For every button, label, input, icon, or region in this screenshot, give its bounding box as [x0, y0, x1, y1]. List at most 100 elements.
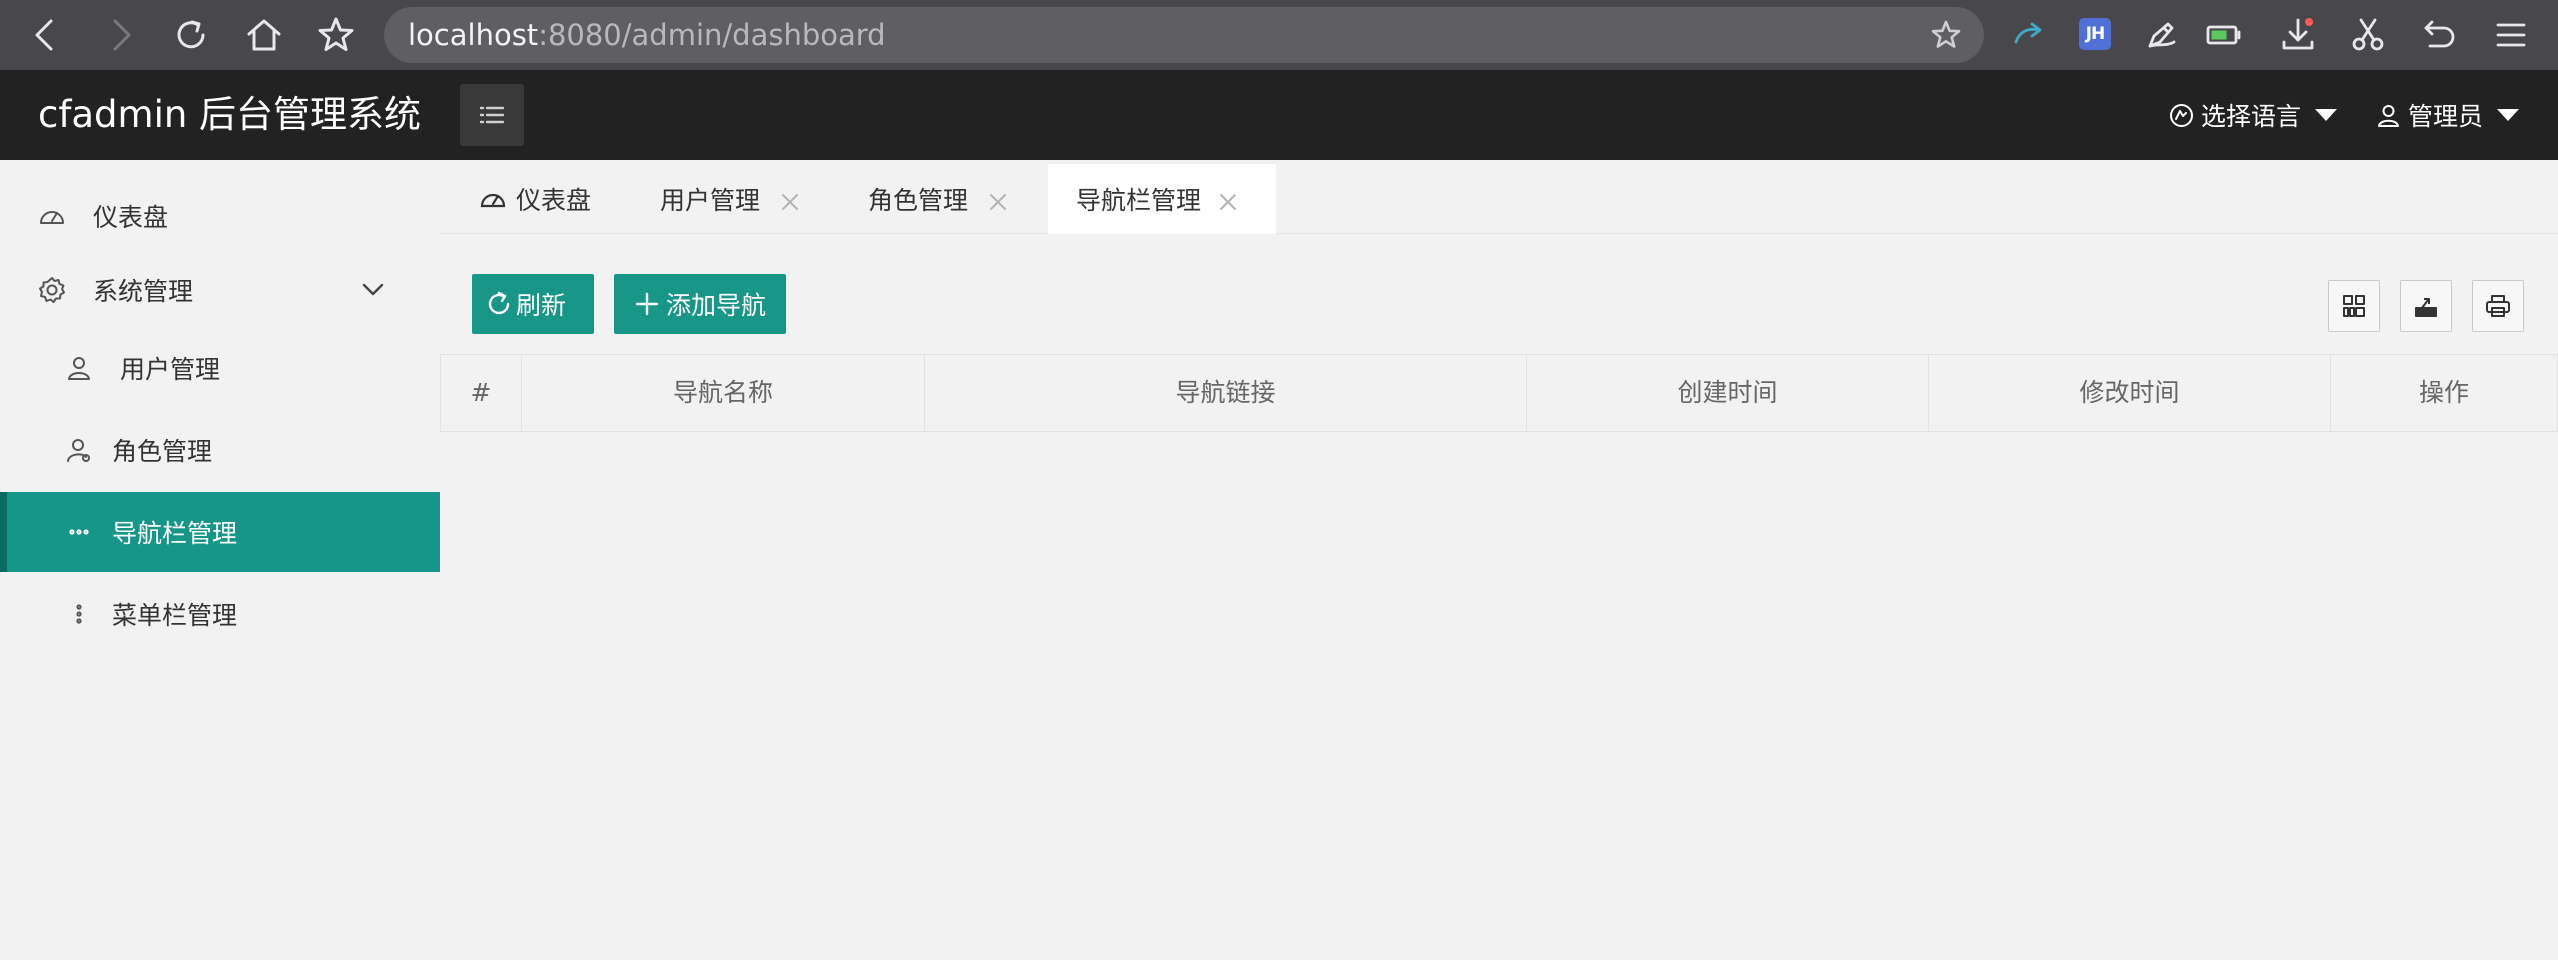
add-nav-label: 添加导航 [666, 291, 767, 320]
user-label: 管理员 [2408, 102, 2484, 131]
user-menu[interactable]: 管理员 [2375, 70, 2520, 160]
downloads-button[interactable] [2277, 14, 2319, 56]
share-arrow-icon [2014, 22, 2042, 44]
plus-icon [635, 292, 659, 316]
refresh-icon [488, 291, 510, 315]
url-text: localhost:8080/admin/dashboard [408, 7, 886, 63]
refresh-button[interactable]: 刷新 [472, 274, 594, 334]
download-icon [2282, 18, 2314, 50]
language-select[interactable]: 选择语言 [2168, 70, 2338, 160]
tab-navbar[interactable]: 导航栏管理 [1048, 164, 1276, 234]
reload-icon [177, 20, 205, 49]
sidebar-item-roles[interactable]: 角色管理 [0, 410, 440, 490]
refresh-label: 刷新 [516, 291, 567, 320]
star-icon [1931, 20, 1961, 48]
print-icon [2486, 295, 2510, 317]
sidebar-toggle-button[interactable] [460, 84, 524, 146]
chevron-left-icon [35, 19, 53, 51]
battery-button[interactable] [2203, 14, 2245, 56]
user-icon [62, 351, 96, 385]
dashboard-icon [35, 199, 69, 233]
column-header-actions[interactable]: 操作 [2331, 355, 2558, 431]
language-label: 选择语言 [2201, 102, 2302, 131]
column-header-nav-name[interactable]: 导航名称 [522, 355, 925, 431]
reload-button[interactable] [166, 10, 216, 60]
battery-icon [2206, 25, 2241, 45]
close-icon [1220, 194, 1236, 210]
tab-label: 仪表盘 [516, 186, 592, 215]
column-header-created-time[interactable]: 创建时间 [1527, 355, 1929, 431]
pen-icon [2148, 22, 2176, 48]
undo-icon [2424, 20, 2455, 48]
tab-roles[interactable]: 角色管理 [868, 164, 1006, 234]
export-icon [2415, 298, 2437, 317]
sidebar-item-label: 角色管理 [112, 437, 213, 466]
tab-dashboard[interactable]: 仪表盘 [478, 164, 591, 234]
close-icon [782, 194, 798, 210]
extension-jh-label: JH [2085, 24, 2106, 44]
role-icon [62, 433, 96, 467]
sidebar-item-dashboard[interactable]: 仪表盘 [0, 176, 440, 256]
more-vertical-icon [62, 597, 96, 631]
sidebar-item-users[interactable]: 用户管理 [0, 328, 440, 408]
sidebar-item-label: 系统管理 [93, 277, 194, 306]
home-button[interactable] [239, 10, 289, 60]
tab-label: 角色管理 [868, 186, 969, 215]
address-bar[interactable]: localhost:8080/admin/dashboard [384, 7, 1984, 63]
column-header-index[interactable]: # [440, 355, 522, 431]
home-icon [247, 19, 281, 51]
user-icon [2378, 104, 2399, 127]
tab-label: 用户管理 [660, 186, 761, 215]
bookmarks-button[interactable] [311, 10, 361, 60]
sidebar-item-navbar[interactable]: 导航栏管理 [0, 492, 440, 572]
tab-bar: 仪表盘 用户管理 角色管理 导航栏管理 [440, 160, 2558, 234]
url-path: :8080/admin/dashboard [538, 18, 886, 52]
star-icon [318, 17, 354, 51]
bookmark-page-button[interactable] [1930, 19, 1962, 51]
sidebar-item-label: 仪表盘 [93, 203, 169, 232]
scissors-icon [2352, 18, 2384, 51]
export-button[interactable] [2400, 280, 2452, 332]
tab-close-button[interactable] [988, 189, 1008, 210]
language-icon [2170, 103, 2193, 127]
main-content: 刷新 添加导航 # 导航名称 导航链接 创建时间 修改时间 操作 [440, 252, 2558, 960]
add-nav-button[interactable]: 添加导航 [614, 274, 786, 334]
tab-close-button[interactable] [1218, 189, 1238, 210]
print-button[interactable] [2472, 280, 2524, 332]
columns-icon [2343, 295, 2365, 317]
caret-down-icon [2315, 109, 2338, 121]
columns-toggle-button[interactable] [2328, 280, 2380, 332]
sidebar-item-menubar[interactable]: 菜单栏管理 [0, 574, 440, 654]
hamburger-icon [2496, 23, 2526, 47]
list-icon [479, 106, 505, 124]
undo-button[interactable] [2418, 14, 2460, 56]
column-header-nav-link[interactable]: 导航链接 [925, 355, 1527, 431]
sidebar-item-system[interactable]: 系统管理 [0, 250, 440, 330]
extension-jh-button[interactable]: JH [2079, 18, 2111, 50]
extension-pen-button[interactable] [2140, 14, 2182, 56]
sidebar-item-label: 用户管理 [120, 355, 221, 384]
more-horizontal-icon [62, 515, 96, 549]
tab-close-button[interactable] [780, 189, 800, 210]
gear-icon [35, 273, 69, 307]
chevron-right-icon [113, 19, 131, 51]
browser-menu-button[interactable] [2490, 14, 2532, 56]
back-button[interactable] [20, 10, 70, 60]
sidebar-item-label: 菜单栏管理 [112, 601, 238, 630]
tab-users[interactable]: 用户管理 [660, 164, 798, 234]
extension-arrow-button[interactable] [2008, 14, 2050, 56]
table-header: # 导航名称 导航链接 创建时间 修改时间 操作 [440, 354, 2558, 432]
tab-label: 导航栏管理 [1076, 186, 1202, 215]
screenshot-button[interactable] [2347, 14, 2389, 56]
close-icon [990, 194, 1006, 210]
sidebar-item-label: 导航栏管理 [112, 519, 238, 548]
url-host: localhost [408, 18, 539, 52]
chevron-down-icon [358, 274, 390, 306]
forward-button[interactable] [96, 10, 146, 60]
sidebar: 仪表盘 系统管理 用户管理 角色管理 导航栏管理 菜单栏管理 [0, 160, 440, 960]
column-header-modified-time[interactable]: 修改时间 [1929, 355, 2331, 431]
browser-toolbar: localhost:8080/admin/dashboard JH [0, 0, 2558, 70]
caret-down-icon [2497, 109, 2520, 121]
dashboard-icon [480, 193, 506, 208]
app-header: cfadmin 后台管理系统 选择语言 管理员 [0, 70, 2558, 160]
